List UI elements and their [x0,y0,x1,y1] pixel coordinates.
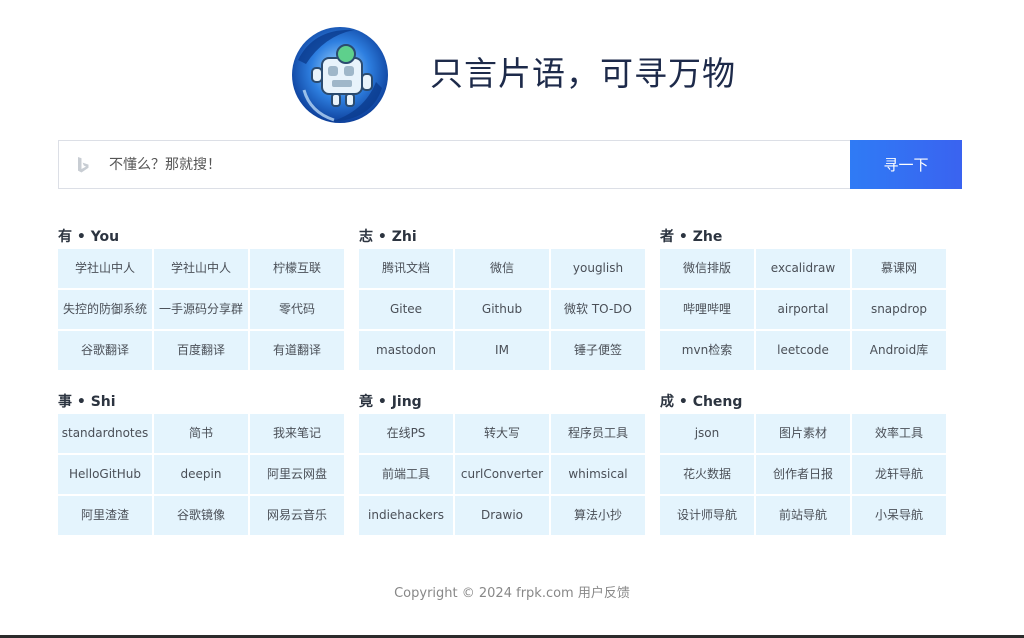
link-group: 者 • Zhe 微信排版 excalidraw 慕课网哔哩哔哩 airportal sna… [660,226,946,370]
link-grid: 腾讯文档 微信 youglish Gitee Github 微软 TO-DO mastodo… [359,249,645,370]
nav-link[interactable]: HelloGitHub [58,455,152,494]
nav-link[interactable]: mastodon [359,331,453,370]
nav-link[interactable]: 腾讯文档 [359,249,453,288]
nav-link[interactable]: deepin [154,455,248,494]
nav-link[interactable]: excalidraw [756,249,850,288]
nav-link[interactable]: 简书 [154,414,248,453]
nav-link[interactable]: 龙轩导航 [852,455,946,494]
nav-link[interactable]: 前端工具 [359,455,453,494]
nav-link[interactable]: json [660,414,754,453]
link-grid: standardnotes 简书 我来笔记 HelloGitHub deepin 阿里云网… [58,414,344,535]
nav-link[interactable]: youglish [551,249,645,288]
group-title: 成 • Cheng [660,394,743,410]
search-bar: 寻一下 [58,140,962,189]
footer: Copyright © 2024 frpk.com 用户反馈 [0,582,1024,601]
nav-link[interactable]: Drawio [455,496,549,535]
nav-link[interactable]: 一手源码分享群 [154,290,248,329]
nav-link[interactable]: Android库 [852,331,946,370]
nav-link[interactable]: Github [455,290,549,329]
link-group: 有 • You 学社山中人 学社山中人 柠檬互联 失控的防御系统 一手源码分享群 零代码 谷歌… [58,226,344,370]
nav-link[interactable]: 我来笔记 [250,414,344,453]
nav-link[interactable]: 创作者日报 [756,455,850,494]
link-grid: 学社山中人 学社山中人 柠檬互联 失控的防御系统 一手源码分享群 零代码 谷歌翻译 百度翻译有… [58,249,344,370]
group-title: 者 • Zhe [660,229,723,245]
group-title: 有 • You [58,229,120,245]
nav-link[interactable]: 锤子便签 [551,331,645,370]
nav-link[interactable]: 设计师导航 [660,496,754,535]
nav-link[interactable]: curlConverter [455,455,549,494]
nav-link[interactable]: 谷歌翻译 [58,331,152,370]
nav-link[interactable]: 零代码 [250,290,344,329]
nav-link[interactable]: 效率工具 [852,414,946,453]
nav-link[interactable]: Gitee [359,290,453,329]
link-grid: 在线PS 转大写 程序员工具前端工具 curlConverter whimsical in… [359,414,645,535]
link-group: 志 • Zhi 腾讯文档 微信 youglish Gitee Github 微软 TO-DO… [359,226,645,370]
link-grid: 微信排版 excalidraw 慕课网哔哩哔哩 airportal snapdrop mv… [660,249,946,370]
nav-link[interactable]: 哔哩哔哩 [660,290,754,329]
nav-link[interactable]: 前站导航 [756,496,850,535]
nav-link[interactable]: 小呆导航 [852,496,946,535]
nav-link[interactable]: 慕课网 [852,249,946,288]
nav-link[interactable]: 图片素材 [756,414,850,453]
nav-link[interactable]: 算法小抄 [551,496,645,535]
nav-link[interactable]: 柠檬互联 [250,249,344,288]
group-title: 事 • Shi [58,394,116,410]
nav-link[interactable]: leetcode [756,331,850,370]
nav-link[interactable]: 微信排版 [660,249,754,288]
link-group: 事 • Shi standardnotes 简书 我来笔记 HelloGitHub dee… [58,391,344,535]
group-title: 志 • Zhi [359,229,417,245]
nav-link[interactable]: indiehackers [359,496,453,535]
nav-link[interactable]: 有道翻译 [250,331,344,370]
nav-link[interactable]: 微软 TO-DO [551,290,645,329]
link-grid: json 图片素材 效率工具花火数据 创作者日报 龙轩导航设计师导航 前站导航 小呆导航 [660,414,946,535]
copyright-text: Copyright © 2024 frpk.com [394,586,574,601]
nav-link[interactable]: 程序员工具 [551,414,645,453]
group-title: 竟 • Jing [359,394,422,410]
page: 只言片语，可寻万物 寻一下 有 • You学社山中人学社山中人柠檬互联失控的防御… [0,0,1024,638]
nav-link[interactable]: standardnotes [58,414,152,453]
nav-link[interactable]: 转大写 [455,414,549,453]
link-group: 成 • Cheng json 图片素材 效率工具花火数据 创作者日报 龙轩导航设计师导航前… [660,391,946,535]
nav-link[interactable]: mvn检索 [660,331,754,370]
nav-link[interactable]: IM [455,331,549,370]
link-groups: 有 • You 学社山中人 学社山中人 柠檬互联 失控的防御系统 一手源码分享群 零代码 谷歌… [58,226,962,535]
search-button[interactable]: 寻一下 [850,140,962,189]
nav-link[interactable]: 微信 [455,249,549,288]
link-group: 竟 • Jing 在线PS 转大写 程序员工具前端工具 curlConverter whi… [359,391,645,535]
search-input[interactable] [103,141,850,188]
nav-link[interactable]: snapdrop [852,290,946,329]
bing-icon[interactable] [59,141,103,188]
nav-link[interactable]: 学社山中人 [58,249,152,288]
nav-link[interactable]: 学社山中人 [154,249,248,288]
nav-link[interactable]: 花火数据 [660,455,754,494]
nav-link[interactable]: 阿里云网盘 [250,455,344,494]
robot-logo-icon [284,20,396,128]
nav-link[interactable]: 阿里渣渣 [58,496,152,535]
nav-link[interactable]: 谷歌镜像 [154,496,248,535]
nav-link[interactable]: airportal [756,290,850,329]
nav-link[interactable]: 失控的防御系统 [58,290,152,329]
page-title: 只言片语，可寻万物 [430,54,736,93]
nav-link[interactable]: 在线PS [359,414,453,453]
nav-link[interactable]: whimsical [551,455,645,494]
feedback-link[interactable]: 用户反馈 [578,586,630,601]
nav-link[interactable]: 网易云音乐 [250,496,344,535]
nav-link[interactable]: 百度翻译 [154,331,248,370]
